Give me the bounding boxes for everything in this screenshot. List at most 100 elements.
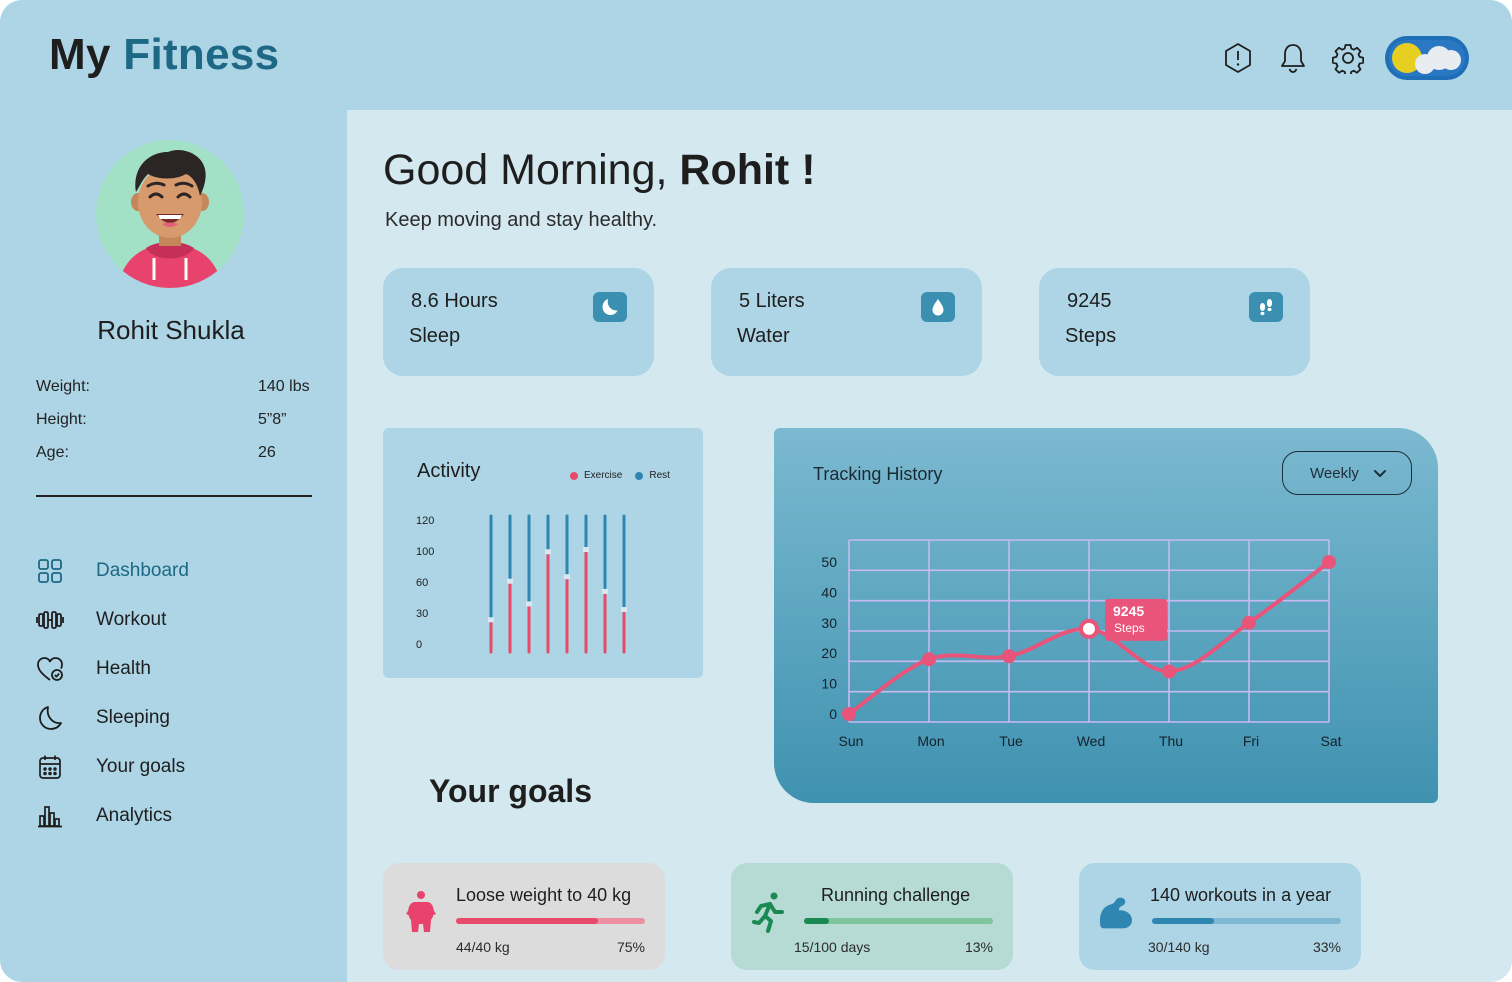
- metric-card-sleep[interactable]: 8.6 Hours Sleep: [383, 268, 654, 376]
- y-tick-label: 60: [416, 577, 428, 589]
- goal-percent: 75%: [616, 939, 645, 955]
- data-point[interactable]: [1002, 649, 1016, 664]
- sidebar-item-label: Workout: [96, 608, 167, 630]
- goal-progress-bar: [1152, 918, 1341, 924]
- data-point[interactable]: [1242, 615, 1256, 630]
- sidebar-item-workout[interactable]: Workout: [36, 595, 189, 644]
- bar-chart-icon: [36, 802, 64, 830]
- bar-handle: [564, 574, 570, 580]
- bar-handle: [602, 588, 608, 594]
- goal-percent: 33%: [1312, 939, 1341, 955]
- moon-icon: [36, 704, 64, 732]
- x-tick-label: Mon: [917, 733, 944, 749]
- bar-handle: [526, 601, 532, 607]
- greeting-subtitle: Keep moving and stay healthy.: [385, 209, 658, 231]
- sidebar-item-sleeping[interactable]: Sleeping: [36, 693, 189, 742]
- avatar[interactable]: [96, 140, 244, 288]
- y-tick-label: 30: [416, 608, 428, 620]
- water-drop-icon: [921, 292, 955, 322]
- x-tick-label: Sun: [839, 733, 864, 749]
- goal-progress-bar: [456, 918, 645, 924]
- goal-progress-text: 44/40 kg: [456, 939, 510, 955]
- goal-card-running[interactable]: Running challenge 15/100 days 13%: [731, 863, 1013, 970]
- metric-card-water[interactable]: 5 Liters Water: [711, 268, 982, 376]
- metric-value: 5 Liters: [739, 290, 805, 312]
- metric-label: Water: [737, 325, 790, 347]
- sidebar-item-health[interactable]: Health: [36, 644, 189, 693]
- goal-card-weight[interactable]: Loose weight to 40 kg 44/40 kg 75%: [383, 863, 665, 970]
- alert-icon[interactable]: [1220, 40, 1256, 76]
- x-tick-label: Tue: [999, 733, 1023, 749]
- data-point[interactable]: [922, 652, 936, 667]
- greeting-name: Rohit !: [679, 146, 816, 194]
- tooltip-value: 9245: [1113, 603, 1144, 619]
- chart-tooltip: 9245 Steps: [1105, 598, 1167, 641]
- goal-title: 140 workouts in a year: [1150, 885, 1332, 905]
- goal-progress-text: 15/100 days: [794, 939, 871, 955]
- sidebar-item-analytics[interactable]: Analytics: [36, 791, 189, 840]
- sidebar-item-label: Sleeping: [96, 706, 170, 728]
- goal-title: Running challenge: [821, 885, 971, 905]
- data-point[interactable]: [1322, 555, 1336, 569]
- sidebar-item-your-goals[interactable]: Your goals: [36, 742, 189, 791]
- sidebar-item-label: Analytics: [96, 804, 173, 826]
- flexed-arm-icon: [1097, 887, 1137, 937]
- activity-chart: 120 100 60 30 0: [416, 514, 627, 654]
- stat-label: Age:: [36, 444, 69, 461]
- metric-label: Sleep: [409, 325, 461, 347]
- y-tick-label: 40: [821, 584, 837, 600]
- goal-progress-fill: [1152, 918, 1215, 924]
- stat-weight: Weight: 140 lbs: [36, 378, 316, 411]
- stat-value: 5”8”: [258, 411, 287, 428]
- metric-label: Steps: [1065, 325, 1117, 347]
- y-tick-label: 20: [821, 645, 837, 661]
- sidebar-item-label: Your goals: [96, 755, 186, 777]
- heart-icon: [36, 655, 64, 683]
- goal-percent: 13%: [964, 939, 993, 955]
- y-tick-label: 50: [821, 554, 837, 570]
- y-tick-label: 120: [416, 515, 434, 527]
- bell-icon[interactable]: [1275, 40, 1311, 76]
- highlight-point[interactable]: [1079, 618, 1099, 639]
- data-point[interactable]: [842, 707, 856, 721]
- divider: [36, 495, 312, 497]
- cloud-puff-2: [1441, 50, 1461, 70]
- gear-icon[interactable]: [1330, 40, 1366, 76]
- goals-title: Your goals: [429, 773, 592, 809]
- x-tick-label: Sat: [1320, 733, 1341, 749]
- metric-card-steps[interactable]: 9245 Steps: [1039, 268, 1310, 376]
- y-tick-label: 100: [416, 546, 434, 558]
- bar-handle: [507, 578, 513, 584]
- moon-icon: [593, 292, 627, 322]
- app-window: My Fitness Rohit Shukla Weight: 140 lbs …: [0, 0, 1512, 982]
- stat-value: 26: [258, 444, 276, 461]
- brand-part2: Fitness: [123, 30, 280, 79]
- greeting-prefix: Good Morning,: [383, 146, 680, 194]
- stat-label: Weight:: [36, 378, 90, 395]
- metric-value: 8.6 Hours: [411, 290, 498, 312]
- theme-toggle[interactable]: [1385, 36, 1469, 80]
- page-title: Good Morning, Rohit !: [383, 146, 816, 195]
- sidebar-item-label: Dashboard: [96, 559, 189, 581]
- theme-toggle-track: [1389, 40, 1465, 76]
- footsteps-icon: [1249, 292, 1283, 322]
- sidebar-item-dashboard[interactable]: Dashboard: [36, 546, 189, 595]
- bar-handle: [621, 607, 627, 613]
- bar-handle: [545, 549, 551, 555]
- metric-value: 9245: [1067, 290, 1112, 312]
- goal-title: Loose weight to 40 kg: [456, 885, 632, 905]
- goal-card-workouts[interactable]: 140 workouts in a year 30/140 kg 33%: [1079, 863, 1361, 970]
- x-tick-label: Thu: [1159, 733, 1183, 749]
- bar-handle: [488, 617, 494, 623]
- running-icon: [749, 887, 789, 937]
- goal-progress-fill: [804, 918, 829, 924]
- stat-height: Height: 5”8”: [36, 411, 316, 444]
- tooltip-label: Steps: [1114, 621, 1145, 635]
- dumbbell-icon: [36, 606, 64, 634]
- bar-handle: [583, 547, 589, 552]
- data-point[interactable]: [1162, 664, 1176, 679]
- goal-progress-fill: [456, 918, 598, 924]
- goal-progress-text: 30/140 kg: [1148, 939, 1210, 955]
- x-tick-label: Wed: [1077, 733, 1106, 749]
- person-icon: [401, 887, 441, 937]
